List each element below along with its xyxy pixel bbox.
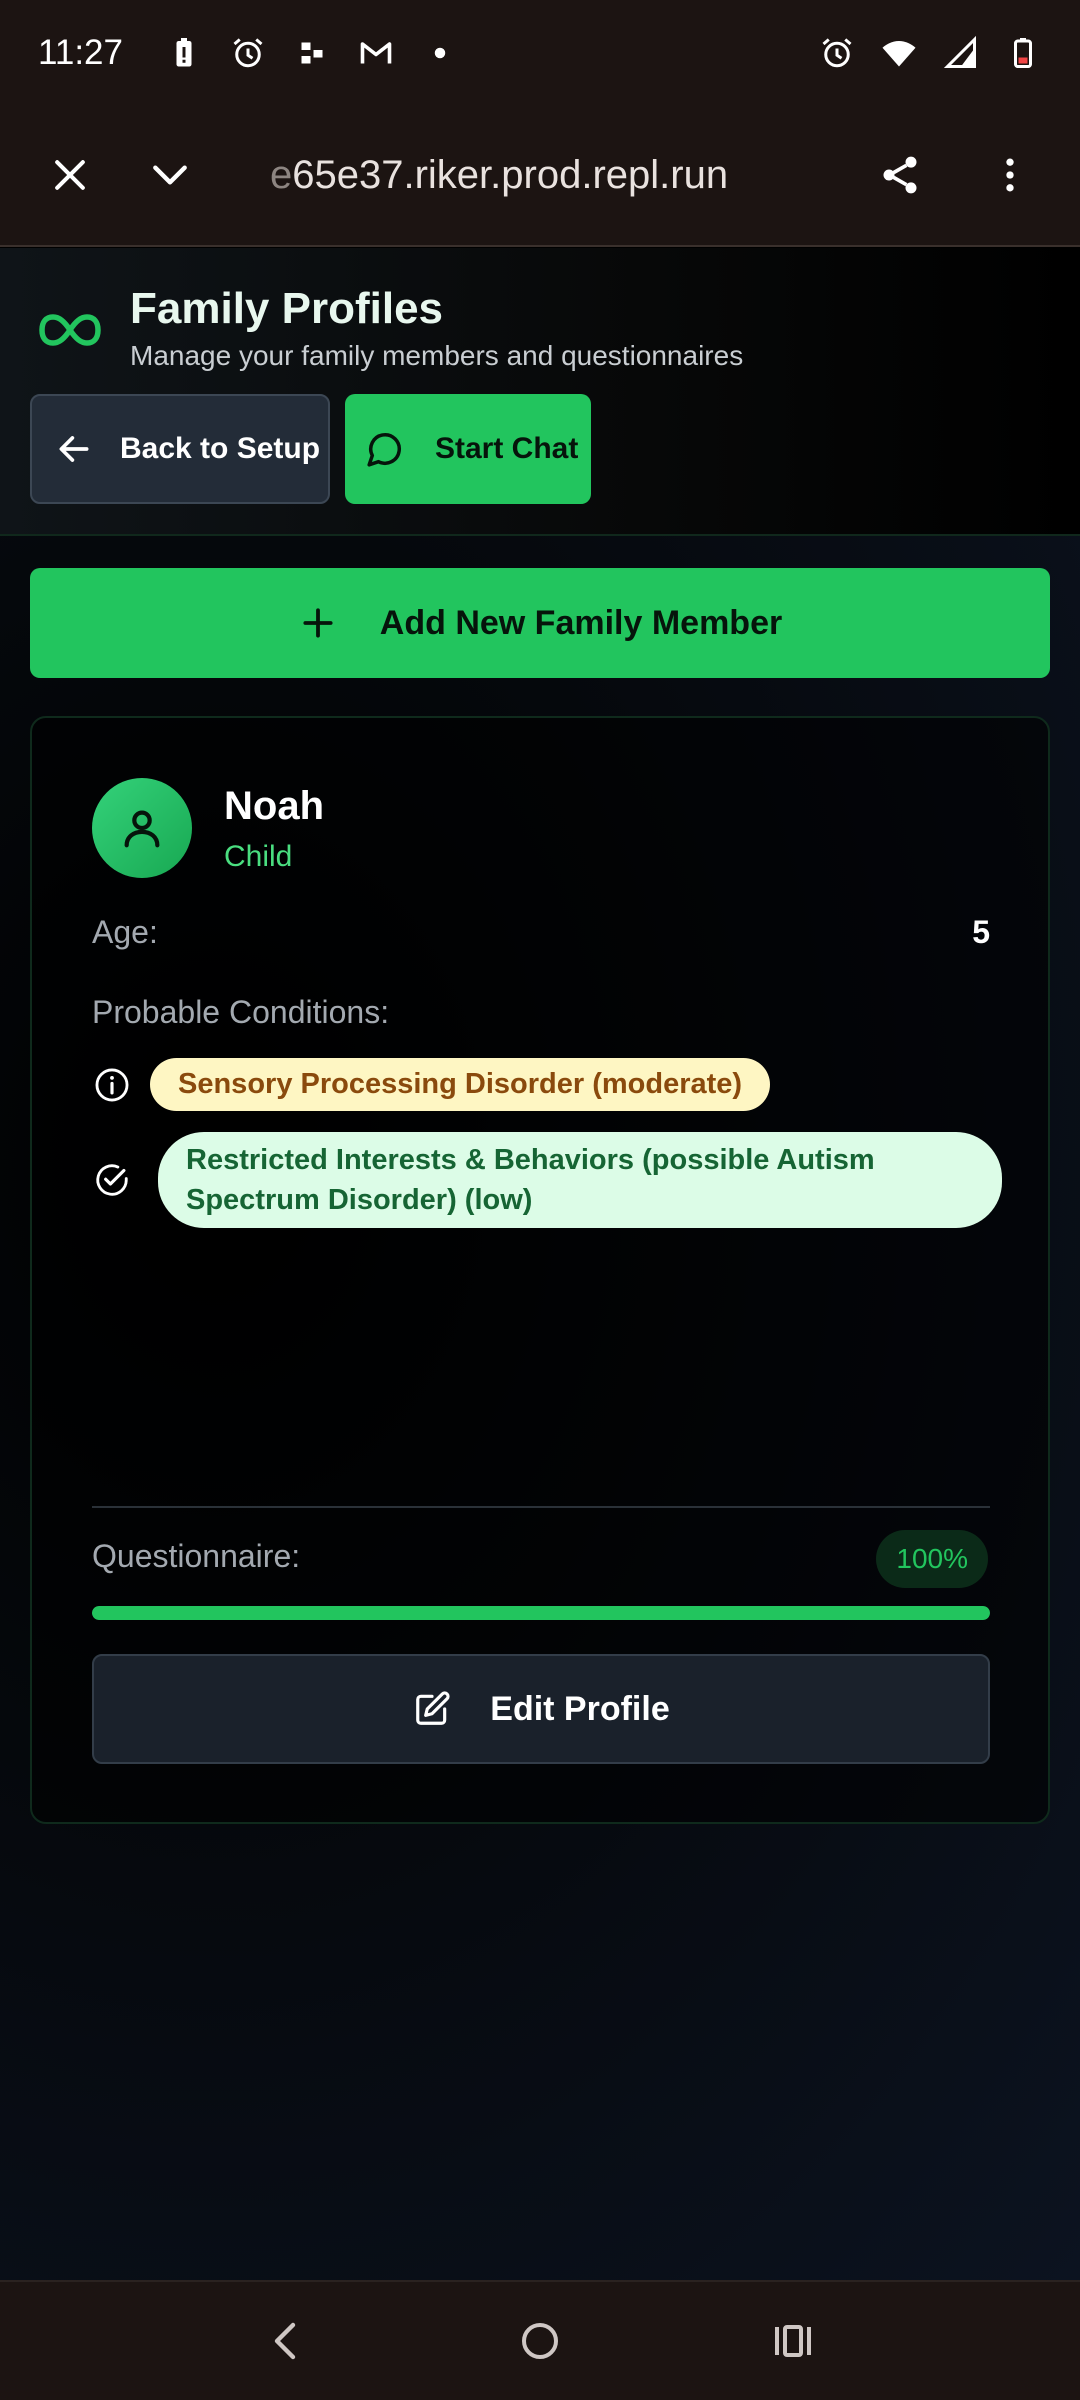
add-family-member-label: Add New Family Member	[379, 603, 783, 642]
nav-recents-icon[interactable]	[753, 2301, 833, 2381]
battery-alert-icon	[165, 34, 203, 72]
url-bar[interactable]: e65e37.riker.prod.repl.run	[270, 153, 830, 198]
add-family-member-button[interactable]: Add New Family Member	[30, 568, 1050, 678]
page-subtitle: Manage your family members and questionn…	[130, 340, 744, 371]
start-chat-label: Start Chat	[435, 432, 579, 465]
alarm-set-icon	[818, 34, 856, 72]
questionnaire-percent-badge: 100%	[876, 1530, 988, 1588]
system-navigation-bar	[0, 2280, 1080, 2400]
close-tab-icon[interactable]	[30, 135, 110, 215]
status-time: 11:27	[38, 32, 123, 72]
divider	[92, 1506, 990, 1508]
member-name: Noah	[224, 784, 324, 828]
notification-icons	[165, 34, 459, 72]
page-title: Family Profiles	[130, 284, 444, 333]
url-faded-prefix: e	[270, 152, 293, 197]
page-header: Family Profiles Manage your family membe…	[0, 248, 1080, 536]
chat-bubble-icon	[365, 429, 405, 469]
back-to-setup-button[interactable]: Back to Setup	[30, 394, 330, 504]
alarm-icon	[229, 34, 267, 72]
info-icon	[92, 1065, 132, 1105]
screen: 11:27 e65e37.riker.prod.repl.run Family …	[0, 0, 1080, 2400]
edit-icon	[412, 1689, 452, 1729]
nav-home-icon[interactable]	[500, 2301, 580, 2381]
edit-profile-button[interactable]: Edit Profile	[92, 1654, 990, 1764]
gmail-icon	[357, 34, 395, 72]
edit-profile-label: Edit Profile	[490, 1689, 670, 1728]
status-bar: 11:27	[0, 0, 1080, 105]
condition-row: Restricted Interests & Behaviors (possib…	[92, 1132, 1002, 1228]
questionnaire-label: Questionnaire:	[92, 1538, 301, 1574]
conditions-heading: Probable Conditions:	[92, 994, 390, 1030]
user-icon	[124, 810, 160, 848]
plus-icon	[298, 603, 338, 643]
questionnaire-progress-bar	[92, 1606, 990, 1620]
avatar	[92, 778, 192, 878]
browser-toolbar: e65e37.riker.prod.repl.run	[0, 105, 1080, 247]
condition-badge-low: Restricted Interests & Behaviors (possib…	[158, 1132, 1002, 1228]
nav-back-icon[interactable]	[247, 2301, 327, 2381]
back-to-setup-label: Back to Setup	[120, 432, 321, 465]
more-options-icon[interactable]	[970, 135, 1050, 215]
condition-badge-moderate: Sensory Processing Disorder (moderate)	[150, 1058, 771, 1111]
system-icons	[818, 34, 1042, 72]
cellular-signal-icon	[942, 34, 980, 72]
profile-card: Noah Child Age: 5 Probable Conditions: S…	[30, 716, 1050, 1824]
check-circle-icon	[92, 1160, 132, 1200]
share-icon[interactable]	[860, 135, 940, 215]
app-notification-icon	[293, 34, 331, 72]
age-value: 5	[972, 914, 990, 950]
arrow-left-icon	[54, 429, 94, 469]
condition-row: Sensory Processing Disorder (moderate)	[92, 1058, 771, 1111]
wifi-icon	[880, 34, 918, 72]
infinity-logo-icon	[39, 314, 101, 346]
member-role: Child	[224, 840, 293, 873]
family-profiles-page: Family Profiles Manage your family membe…	[0, 248, 1080, 2280]
url-text: 65e37.riker.prod.repl.run	[292, 152, 729, 197]
battery-low-icon	[1004, 34, 1042, 72]
start-chat-button[interactable]: Start Chat	[345, 394, 591, 504]
age-label: Age:	[92, 914, 158, 950]
chevron-down-icon[interactable]	[130, 135, 210, 215]
questionnaire-progress-fill	[92, 1606, 990, 1620]
more-notifications-dot-icon	[421, 34, 459, 72]
